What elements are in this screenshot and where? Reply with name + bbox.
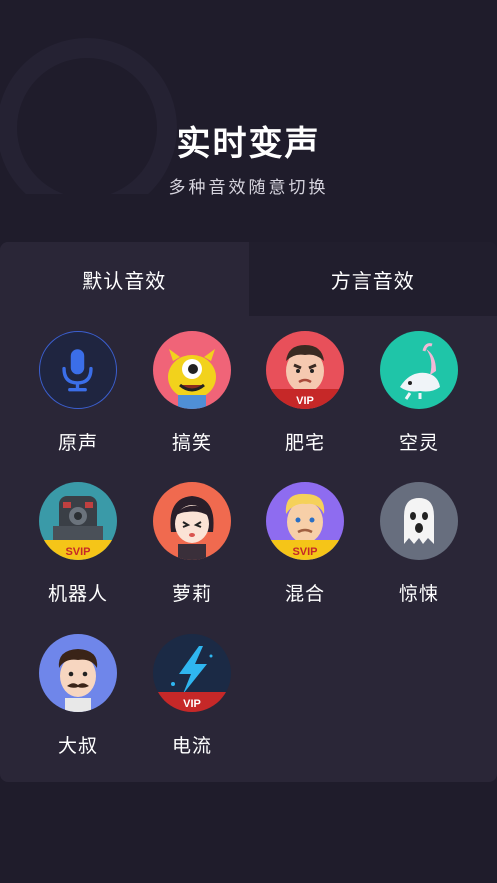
svip-badge: SVIP — [292, 546, 317, 558]
page-title: 实时变声 — [176, 124, 321, 164]
tab-default-effects[interactable]: 默认音效 — [0, 242, 249, 316]
svip-badge: SVIP — [65, 546, 90, 558]
effect-label: 搞笑 — [171, 432, 212, 454]
blond-man-icon: SVIP — [266, 482, 344, 560]
microphone-icon — [39, 331, 117, 409]
effect-item-otaku[interactable]: VIP 肥宅 — [248, 331, 362, 455]
effect-item-horror[interactable]: 惊悚 — [362, 482, 476, 606]
effect-item-uncle[interactable]: 大叔 — [21, 634, 135, 758]
effect-label: 空灵 — [398, 432, 439, 454]
effect-item-ethereal[interactable]: 空灵 — [362, 331, 476, 455]
effect-item-original[interactable]: 原声 — [21, 331, 135, 455]
axolotl-icon — [380, 331, 458, 409]
effect-item-robot[interactable]: SVIP 机器人 — [21, 482, 135, 606]
tab-bar: 默认音效 方言音效 — [0, 242, 497, 316]
angry-man-icon: VIP — [266, 331, 344, 409]
girl-icon — [153, 482, 231, 560]
effect-label: 萝莉 — [171, 583, 212, 605]
effect-label: 电流 — [171, 735, 212, 757]
effects-panel: 默认音效 方言音效 原声 搞笑 VIP 肥宅 空灵 SVIP 机器人 萝莉 SV… — [0, 242, 497, 782]
effect-label: 大叔 — [57, 735, 98, 757]
lightning-icon: VIP — [153, 634, 231, 712]
effect-label: 机器人 — [47, 583, 108, 605]
effect-item-mixed[interactable]: SVIP 混合 — [248, 482, 362, 606]
one-eyed-monster-icon — [153, 331, 231, 409]
effect-item-loli[interactable]: 萝莉 — [135, 482, 249, 606]
effect-item-funny[interactable]: 搞笑 — [135, 331, 249, 455]
vip-badge: VIP — [183, 698, 201, 710]
vip-badge: VIP — [296, 395, 314, 407]
effect-label: 混合 — [284, 583, 325, 605]
effect-label: 肥宅 — [284, 432, 325, 454]
effect-label: 原声 — [57, 432, 98, 454]
robot-icon: SVIP — [39, 482, 117, 560]
tab-dialect-effects[interactable]: 方言音效 — [248, 242, 497, 316]
mustache-man-icon — [39, 634, 117, 712]
effect-item-electric[interactable]: VIP 电流 — [135, 634, 249, 758]
page-subtitle: 多种音效随意切换 — [168, 178, 329, 198]
effect-label: 惊悚 — [398, 583, 439, 605]
ghost-icon — [380, 482, 458, 560]
